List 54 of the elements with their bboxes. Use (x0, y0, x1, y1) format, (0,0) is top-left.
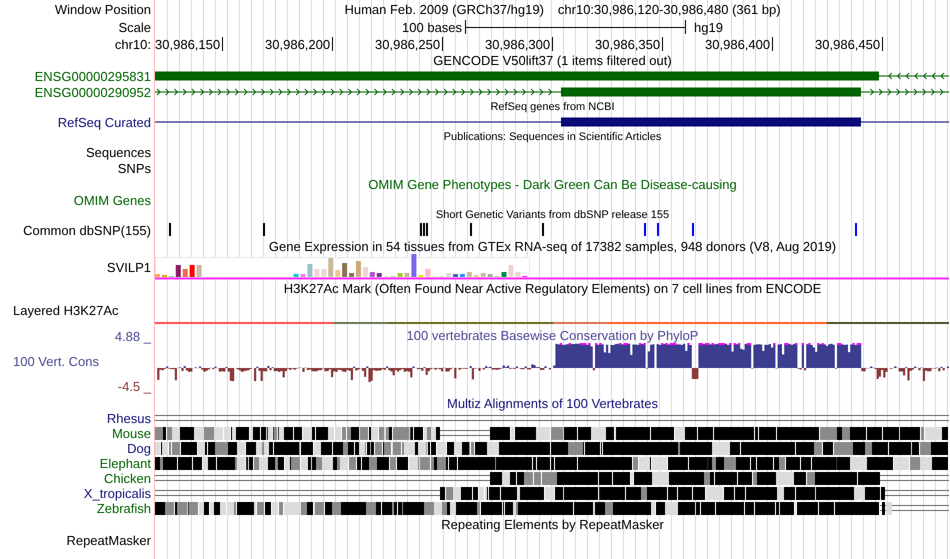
scale-length: 100 bases (402, 20, 462, 34)
track-label[interactable]: SNPs (118, 162, 151, 174)
track-label[interactable]: Scale (118, 20, 151, 34)
ruler-label: 30,986,250 (375, 38, 440, 51)
gene-model[interactable] (155, 85, 949, 99)
track-label[interactable]: Sequences (86, 146, 151, 158)
track-title: OMIM Gene Phenotypes - Dark Green Can Be Disease-causing (368, 178, 737, 190)
track-label[interactable]: Window Position (54, 2, 151, 16)
track-label[interactable]: Layered H3K27Ac (13, 303, 119, 318)
track-label[interactable]: Dog (127, 442, 151, 455)
ruler-label: 30,986,400 (705, 38, 770, 51)
ruler-label: 30,986,200 (265, 38, 330, 51)
track-label[interactable]: Rhesus (106, 412, 151, 425)
axis-max-label: 4.88 _ (114, 330, 151, 343)
track-title: Publications: Sequences in Scientific Articles (444, 132, 662, 142)
ruler-tick (882, 37, 884, 51)
track-title: Repeating Elements by RepeatMasker (441, 518, 664, 530)
ruler-label: 30,986,150 (155, 38, 220, 51)
track-label[interactable]: Zebrafish (96, 502, 151, 515)
track-label[interactable]: SVILP1 (106, 260, 151, 274)
position-text: chr10:30,986,120-30,986,480 (361 bp) (558, 2, 781, 16)
ruler-tick (222, 37, 224, 51)
track-label[interactable]: Common dbSNP(155) (23, 224, 151, 236)
track-label[interactable]: X_tropicalis (84, 487, 151, 500)
axis-min-label: -4.5 _ (118, 380, 151, 393)
assembly-name: Human Feb. 2009 (GRCh37/hg19) (344, 2, 544, 16)
track-title: H3K27Ac Mark (Often Found Near Active Regulatory Elements) on 7 cell lines from ENCODE (284, 282, 822, 294)
track-label[interactable]: OMIM Genes (74, 194, 151, 206)
ruler-tick (772, 37, 774, 51)
ruler-tick (552, 37, 554, 51)
track-title: Multiz Alignments of 100 Vertebrates (446, 396, 658, 410)
track-label[interactable]: RepeatMasker (66, 534, 151, 546)
track-title: Short Genetic Variants from dbSNP release 155 (436, 210, 670, 220)
ruler-label: 30,986,350 (595, 38, 660, 51)
ruler-tick (442, 37, 444, 51)
ruler-tick (662, 37, 664, 51)
track-label[interactable]: ENSG00000295831 (34, 70, 151, 82)
track-label[interactable]: Elephant (100, 457, 151, 470)
track-title: RefSeq genes from NCBI (490, 102, 615, 112)
ruler-label: 30,986,300 (485, 38, 550, 51)
track-title: Gene Expression in 54 tissues from GTEx RNA-seq of 17382 samples, 948 donors (V8, Aug 2019) (268, 240, 836, 252)
track-label[interactable]: RefSeq Curated (58, 116, 151, 128)
track-title: GENCODE V50lift37 (1 items filtered out) (433, 54, 672, 66)
ruler-tick (332, 37, 334, 51)
track-label[interactable]: Mouse (112, 427, 151, 440)
gene-model[interactable] (155, 69, 949, 83)
track-label[interactable]: Chicken (104, 472, 151, 485)
track-title: 100 vertebrates Basewise Conservation by PhyloP (406, 328, 698, 342)
track-label[interactable]: chr10: (114, 38, 151, 50)
ruler-label: 30,986,450 (815, 38, 880, 51)
track-label[interactable]: 100 Vert. Cons (0, 355, 151, 368)
track-label[interactable]: ENSG00000290952 (34, 86, 151, 98)
gene-model[interactable] (155, 115, 949, 129)
scale-assembly: hg19 (693, 20, 723, 34)
